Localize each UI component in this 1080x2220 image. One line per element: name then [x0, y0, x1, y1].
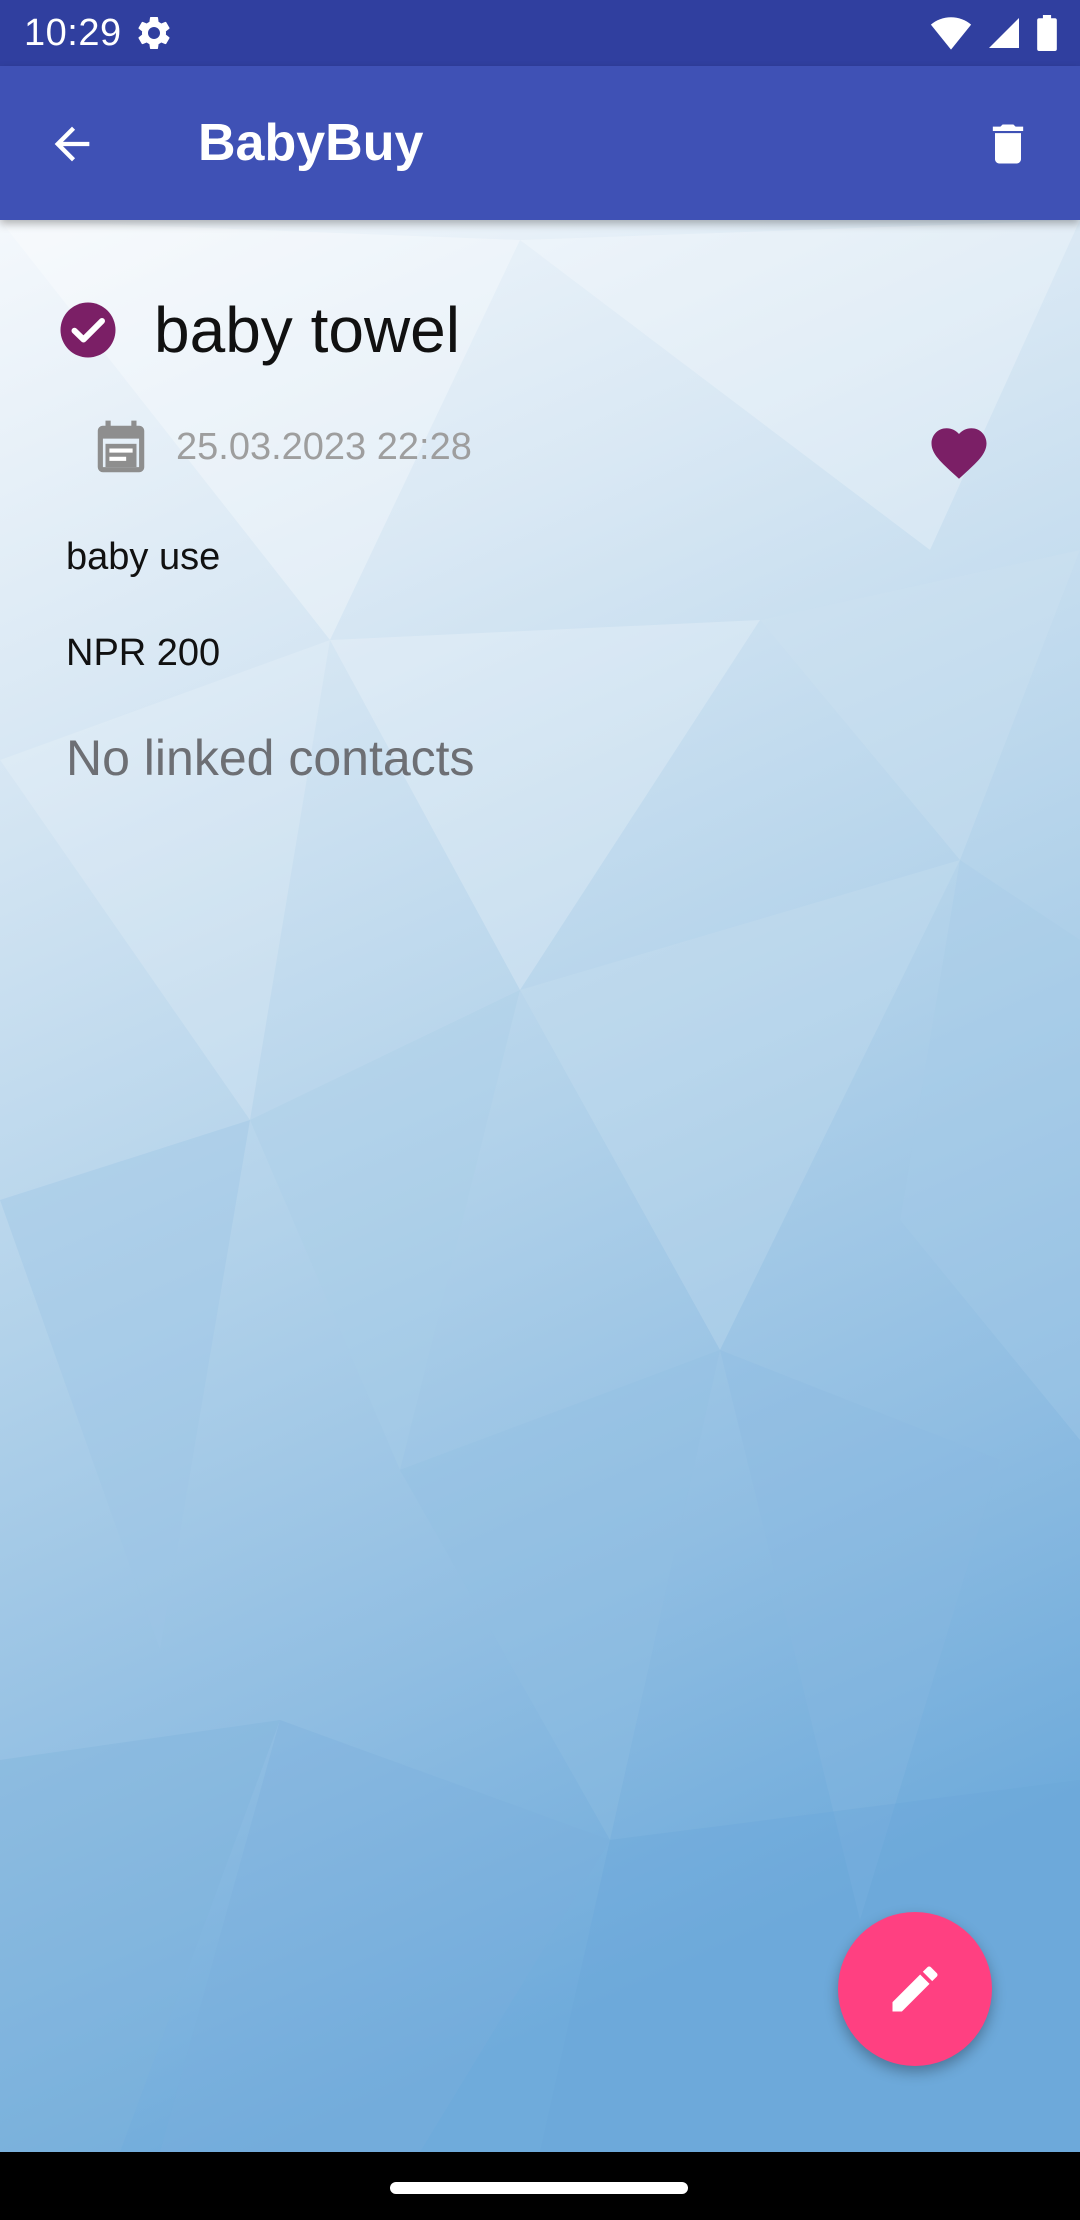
- app-bar: BabyBuy: [0, 66, 1080, 220]
- system-navigation-bar: [0, 2152, 1080, 2220]
- item-description: baby use: [66, 536, 221, 578]
- status-time: 10:29: [24, 12, 122, 54]
- calendar-icon: [97, 420, 145, 473]
- back-button[interactable]: [30, 102, 114, 186]
- item-price: NPR 200: [66, 632, 221, 674]
- status-bar: 10:29: [0, 0, 1080, 66]
- arrow-back-icon: [54, 126, 90, 162]
- trash-icon: [992, 124, 1024, 164]
- purchased-check-icon[interactable]: [58, 300, 118, 360]
- delete-button[interactable]: [966, 102, 1050, 186]
- wifi-icon: [930, 17, 972, 50]
- item-name: baby towel: [154, 294, 460, 366]
- settings-gear-icon: [138, 16, 170, 49]
- signal-icon: [989, 18, 1019, 48]
- home-gesture-handle[interactable]: [390, 2182, 688, 2194]
- background-polygon-pattern: [0, 220, 1080, 2152]
- status-icons: [930, 13, 1058, 53]
- app-title: BabyBuy: [198, 114, 424, 172]
- edit-item-fab[interactable]: [838, 1912, 992, 2066]
- item-date: 25.03.2023 22:28: [176, 426, 472, 468]
- item-detail-content: baby towel 25.03.2023 22:28 baby use NPR…: [0, 220, 1080, 2152]
- pencil-edit-icon: [892, 1966, 938, 2012]
- battery-icon: [1037, 15, 1057, 51]
- linked-contacts-text: No linked contacts: [66, 730, 475, 786]
- heart-icon[interactable]: [926, 420, 992, 486]
